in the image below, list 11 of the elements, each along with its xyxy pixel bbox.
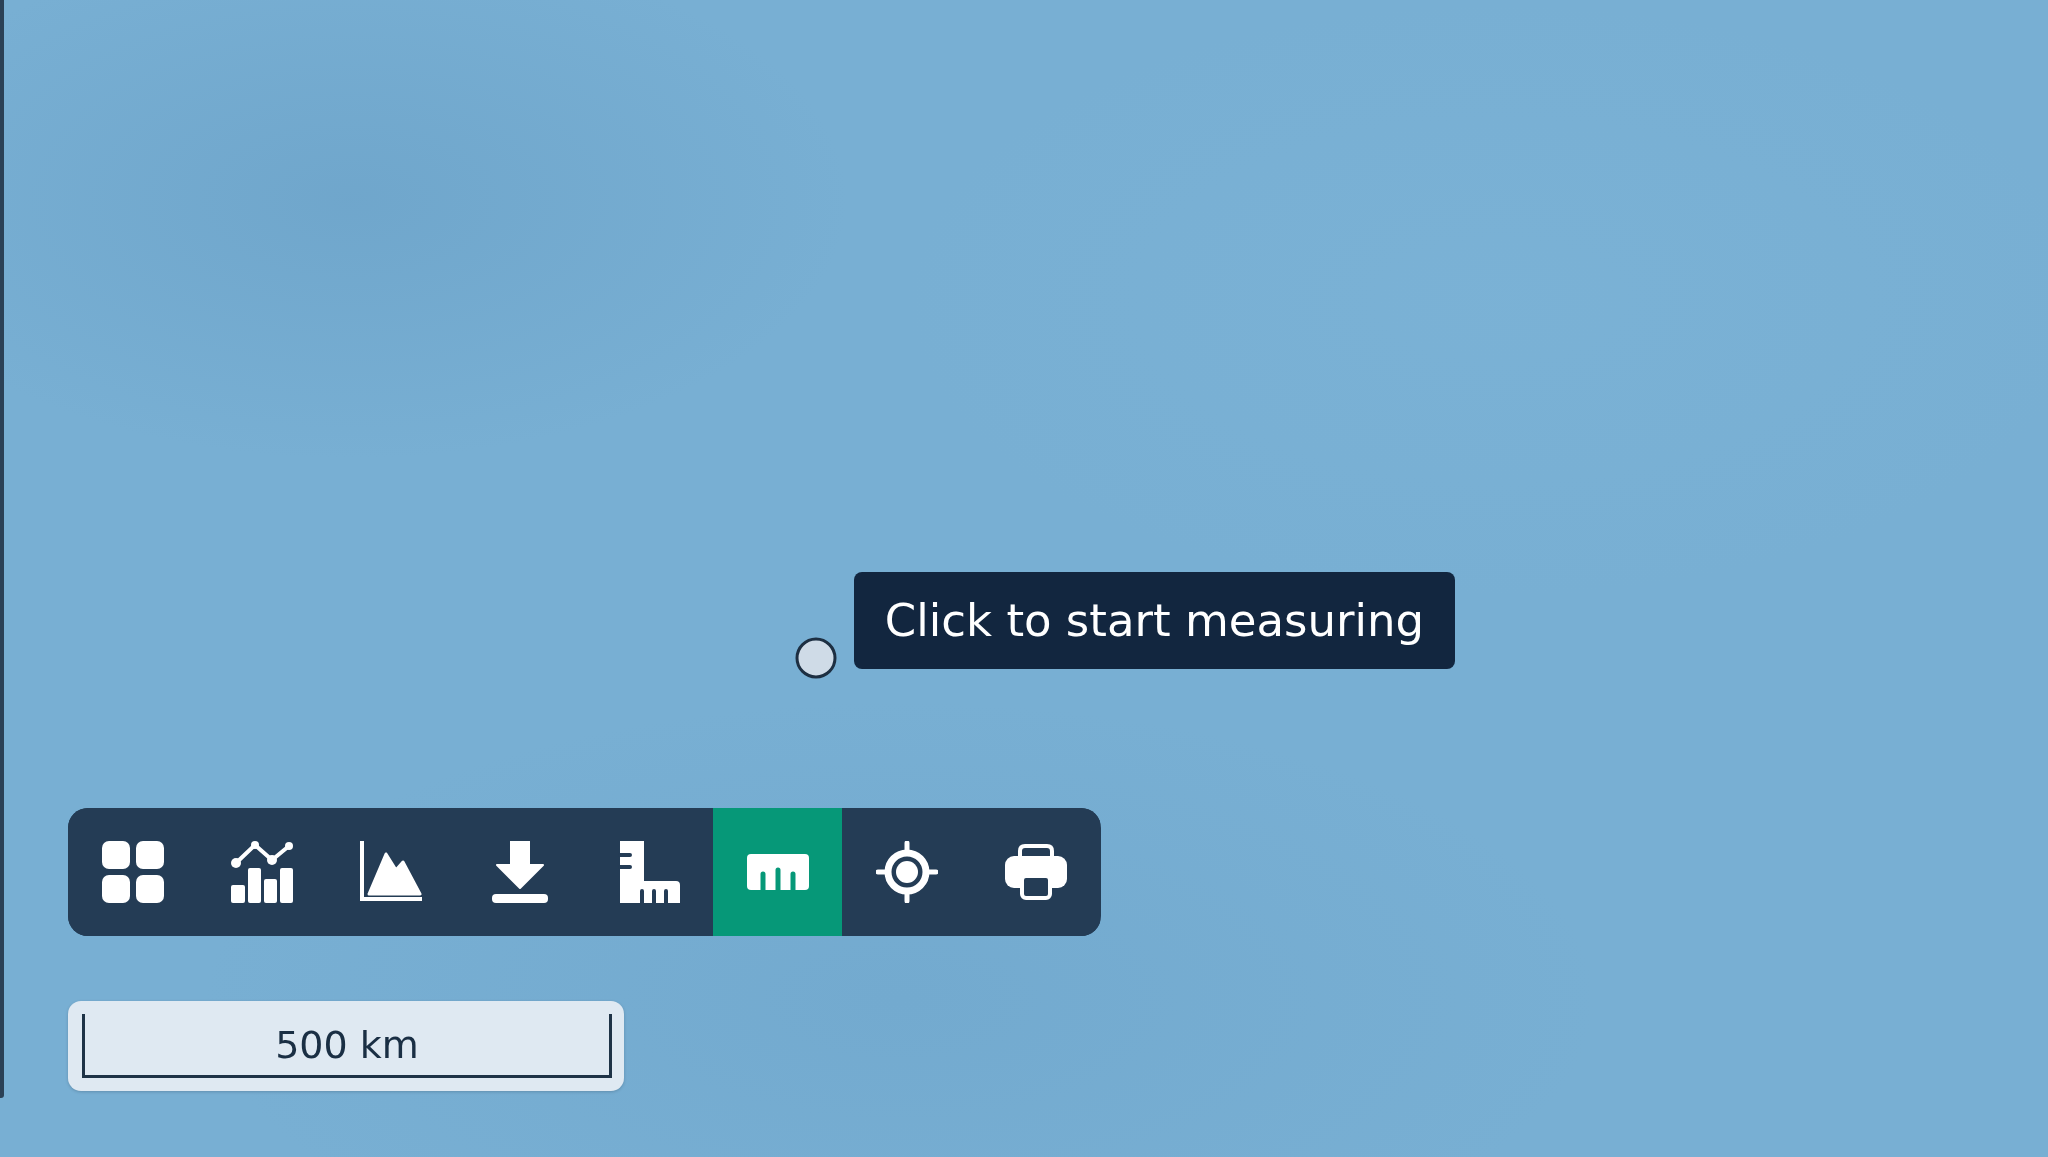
grid-icon <box>101 841 164 903</box>
crosshair-icon <box>875 841 938 903</box>
mountain-chart-icon <box>359 841 422 903</box>
ruler-icon <box>746 854 809 890</box>
scale-label: 500 km <box>275 1022 419 1067</box>
ruler-button[interactable] <box>713 808 842 936</box>
tooltip-text: Click to start measuring <box>884 594 1425 647</box>
l-ruler-icon <box>617 841 680 903</box>
point-marker-icon <box>795 637 837 679</box>
printer-icon <box>1004 844 1067 900</box>
line-bar-chart-icon <box>230 841 293 903</box>
